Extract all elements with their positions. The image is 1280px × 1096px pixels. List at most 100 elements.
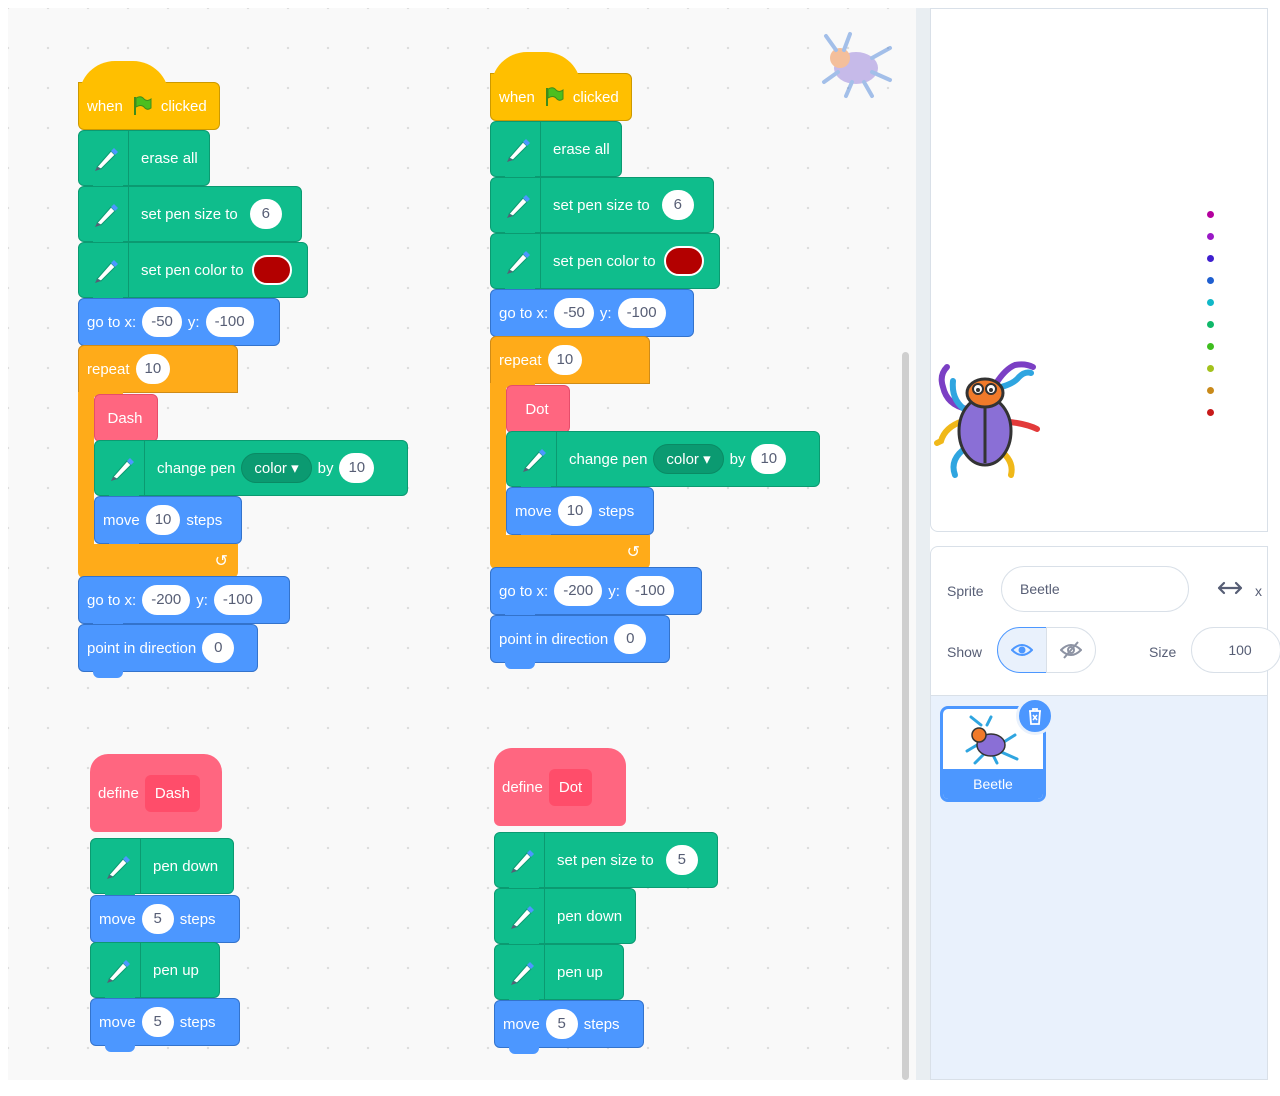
x-input[interactable]: -200 <box>142 585 191 615</box>
beetle-sprite-icon[interactable] <box>933 349 1049 481</box>
set-pen-color-block[interactable]: set pen color to <box>490 233 720 295</box>
beetle-sprite-watermark-icon <box>822 32 892 98</box>
by-label: by <box>317 459 334 477</box>
move-steps-block[interactable]: move 5 steps <box>90 998 240 1052</box>
by-label: by <box>729 450 746 468</box>
move-steps-block[interactable]: move 10 steps <box>506 487 654 541</box>
pen-icon <box>83 187 129 241</box>
dot-call-label: Dot <box>525 400 549 418</box>
point-in-direction-block[interactable]: point in direction 0 <box>490 615 670 669</box>
define-label: define <box>98 784 139 802</box>
set-pen-size-block[interactable]: set pen size to 6 <box>490 177 714 239</box>
set-pen-size-block[interactable]: set pen size to 6 <box>78 186 302 248</box>
workspace-scrollbar[interactable] <box>902 352 909 1080</box>
dot-prototype[interactable]: Dot <box>548 768 593 806</box>
go-to-xy-block[interactable]: go to x: -200 y: -100 <box>78 576 290 630</box>
pen-size-input[interactable]: 5 <box>665 845 698 875</box>
set-pen-color-label: set pen color to <box>553 252 656 270</box>
pen-size-input[interactable]: 6 <box>249 199 282 229</box>
x-input[interactable]: -50 <box>142 307 182 337</box>
show-visible-button[interactable] <box>997 627 1047 673</box>
sprite-name-input[interactable]: Beetle <box>1001 566 1189 612</box>
pen-down-block[interactable]: pen down <box>90 838 234 900</box>
define-dot-block[interactable]: define Dot <box>494 748 626 826</box>
x-input[interactable]: -50 <box>554 298 594 328</box>
when-flag-clicked-block[interactable]: when clicked <box>78 61 220 130</box>
change-pen-color-block[interactable]: change pen color ▾ by 10 <box>506 431 820 493</box>
pen-size-input[interactable]: 6 <box>661 190 694 220</box>
pen-color-swatch[interactable] <box>251 255 292 285</box>
pen-down-block[interactable]: pen down <box>494 888 636 950</box>
pen-param-dropdown[interactable]: color ▾ <box>653 444 724 474</box>
repeat-bottom: ↺ <box>78 544 238 578</box>
change-amount-input[interactable]: 10 <box>339 453 375 483</box>
steps-input[interactable]: 5 <box>141 1007 174 1037</box>
y-input[interactable]: -100 <box>617 298 666 328</box>
pen-dot <box>1207 387 1214 394</box>
pen-color-swatch[interactable] <box>663 246 704 276</box>
move-steps-block[interactable]: move 5 steps <box>494 1000 644 1054</box>
pen-icon <box>95 839 141 893</box>
move-label: move <box>99 1013 136 1031</box>
delete-sprite-button[interactable] <box>1016 697 1054 735</box>
direction-input[interactable]: 0 <box>202 633 235 663</box>
size-input[interactable]: 100 <box>1191 627 1280 673</box>
pen-icon <box>83 243 129 297</box>
move-label: move <box>103 511 140 529</box>
erase-all-label: erase all <box>553 140 610 158</box>
beetle-thumbnail-icon <box>965 715 1019 765</box>
repeat-block[interactable]: repeat 10 <box>78 345 238 399</box>
stage[interactable] <box>930 8 1268 532</box>
steps-input[interactable]: 10 <box>557 496 593 526</box>
dash-prototype[interactable]: Dash <box>144 774 200 812</box>
y-input[interactable]: -100 <box>625 576 674 606</box>
move-steps-block[interactable]: move 5 steps <box>90 895 240 949</box>
pen-down-label: pen down <box>153 857 219 875</box>
go-to-xy-block[interactable]: go to x: -50 y: -100 <box>490 289 694 343</box>
move-label: move <box>99 910 136 928</box>
set-pen-color-block[interactable]: set pen color to <box>78 242 308 304</box>
steps-input[interactable]: 5 <box>141 904 174 934</box>
define-dash-block[interactable]: define Dash <box>90 754 222 832</box>
repeat-label: repeat <box>87 360 130 378</box>
pen-dot <box>1207 409 1214 416</box>
set-pen-color-label: set pen color to <box>141 261 244 279</box>
erase-all-block[interactable]: erase all <box>78 130 210 192</box>
point-in-direction-block[interactable]: point in direction 0 <box>78 624 258 678</box>
move-steps-block[interactable]: move 10 steps <box>94 496 242 550</box>
when-flag-clicked-block[interactable]: when clicked <box>490 52 632 121</box>
x-input[interactable]: -200 <box>554 576 603 606</box>
change-amount-input[interactable]: 10 <box>751 444 787 474</box>
y-input[interactable]: -100 <box>205 307 254 337</box>
dash-call-block[interactable]: Dash <box>94 394 158 448</box>
go-to-xy-block[interactable]: go to x: -200 y: -100 <box>490 567 702 621</box>
repeat-block[interactable]: repeat 10 <box>490 336 650 390</box>
change-pen-color-block[interactable]: change pen color ▾ by 10 <box>94 440 408 502</box>
code-workspace[interactable]: when clicked erase all set pen size to 6… <box>8 8 916 1080</box>
eye-icon <box>1011 644 1033 656</box>
go-to-x-label: go to x: <box>499 304 549 322</box>
erase-all-block[interactable]: erase all <box>490 121 622 183</box>
pen-icon <box>95 943 141 997</box>
dot-call-block[interactable]: Dot <box>506 385 570 439</box>
show-hidden-button[interactable] <box>1046 627 1096 673</box>
pen-icon <box>511 432 557 486</box>
steps-label: steps <box>598 502 635 520</box>
go-to-xy-block[interactable]: go to x: -50 y: -100 <box>78 298 280 352</box>
change-pen-label: change pen <box>157 459 236 477</box>
steps-input[interactable]: 10 <box>145 505 181 535</box>
repeat-count-input[interactable]: 10 <box>135 354 171 384</box>
direction-input[interactable]: 0 <box>614 624 647 654</box>
set-pen-size-block[interactable]: set pen size to 5 <box>494 832 718 894</box>
repeat-count-input[interactable]: 10 <box>547 345 583 375</box>
pen-param-dropdown[interactable]: color ▾ <box>241 453 312 483</box>
trash-icon <box>1029 708 1041 725</box>
y-input[interactable]: -100 <box>213 585 262 615</box>
green-flag-icon <box>545 87 564 106</box>
go-to-x-label: go to x: <box>87 591 137 609</box>
pen-up-block[interactable]: pen up <box>494 944 624 1006</box>
pen-icon <box>495 122 541 176</box>
steps-input[interactable]: 5 <box>545 1009 578 1039</box>
pen-up-block[interactable]: pen up <box>90 942 220 1004</box>
sprite-label: Sprite <box>947 583 984 599</box>
